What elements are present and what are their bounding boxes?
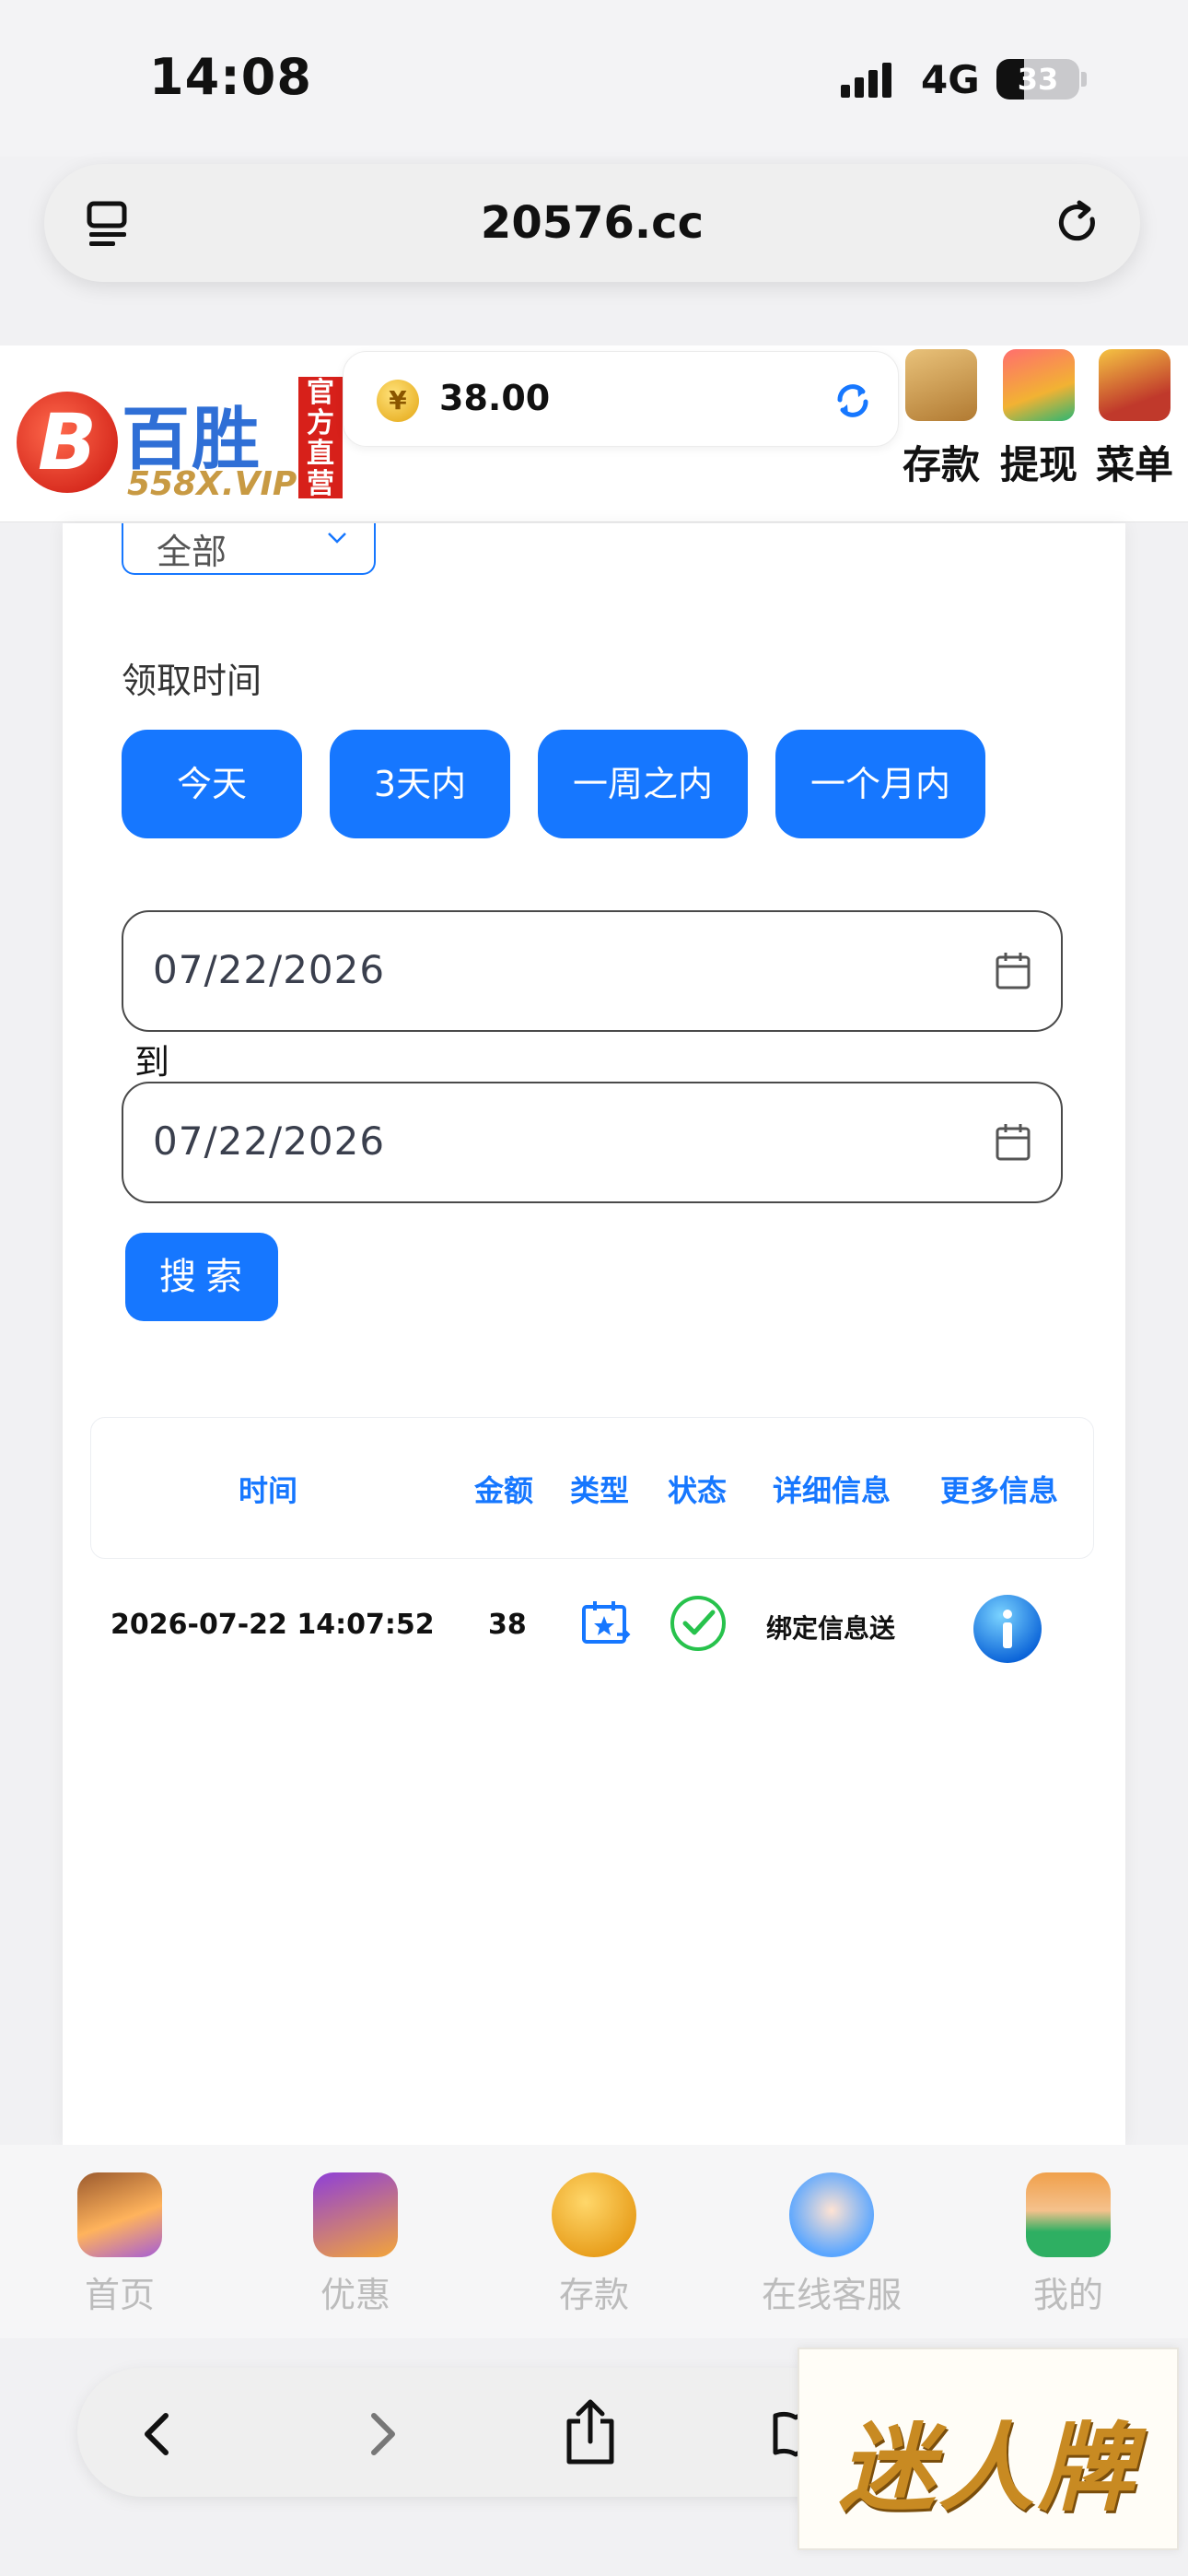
claim-time-label: 领取时间 [122,661,262,701]
withdraw-icon [1003,349,1075,421]
back-icon[interactable] [129,2405,188,2464]
gift-icon [313,2172,398,2257]
watermark-logo: 迷人牌 [798,2348,1179,2550]
site-header: B 百胜 558X.VIP 官方直营 ¥ 38.00 存款 提现 菜单 [0,345,1188,522]
range-3days-button[interactable]: 3天内 [330,730,510,838]
column-status: 状态 [668,1473,728,1508]
withdraw-label: 提现 [999,442,1077,487]
forward-icon[interactable] [352,2405,411,2464]
table-row[interactable]: 2026-07-22 14:07:52 38 绑定信息送 [90,1563,1094,1692]
table-header: 时间 金额 类型 状态 详细信息 更多信息 [90,1417,1094,1559]
balance-amount: 38.00 [439,378,551,418]
menu-button[interactable]: 菜单 [1089,345,1181,490]
network-type: 4G [921,57,980,102]
check-circle-icon [670,1596,726,1651]
wallet-deposit-icon [905,349,977,421]
tab-deposit-label: 存款 [558,2275,629,2315]
tab-deposit[interactable]: 存款 [502,2172,686,2317]
calendar-icon[interactable] [995,1122,1031,1163]
start-date-value: 07/22/2026 [153,947,386,992]
address-bar[interactable]: 20576.cc [44,164,1140,282]
withdraw-button[interactable]: 提现 [993,345,1085,490]
row-time: 2026-07-22 14:07:52 [111,1609,435,1641]
refresh-balance-icon[interactable] [832,380,874,422]
record-panel: 全部 领取时间 今天 3天内 一周之内 一个月内 07/22/2026 到 07… [63,523,1125,2145]
row-amount: 38 [488,1609,527,1641]
search-button[interactable]: 搜索 [125,1233,278,1321]
deposit-coin-icon [552,2172,636,2257]
date-range-separator: 到 [134,1042,170,1083]
column-amount: 金额 [474,1473,534,1508]
calendar-icon[interactable] [995,951,1031,991]
url-text[interactable]: 20576.cc [44,197,1140,249]
status-time: 14:08 [149,48,312,106]
chevron-down-icon [328,533,346,544]
range-week-button[interactable]: 一周之内 [538,730,748,838]
official-badge: 官方直营 [298,377,343,499]
range-today-button[interactable]: 今天 [122,730,302,838]
page: 14:08 4G 33 20576.cc B 百胜 558X.VIP 官方直营 [0,0,1188,2576]
reload-icon[interactable] [1052,197,1103,249]
signal-strength-icon [841,63,891,98]
end-date-value: 07/22/2026 [153,1118,386,1164]
logo-mark: B [17,392,118,493]
menu-label: 菜单 [1095,442,1173,487]
tab-support[interactable]: 在线客服 [740,2172,924,2317]
user-icon [1026,2172,1111,2257]
tab-home-label: 首页 [84,2275,155,2315]
deposit-button[interactable]: 存款 [895,345,987,490]
type-select-value: 全部 [157,532,227,572]
column-time: 时间 [239,1473,298,1508]
status-bar: 14:08 4G 33 [0,0,1188,157]
type-select[interactable]: 全部 [122,523,376,575]
column-type: 类型 [570,1473,630,1508]
gift-card-icon [582,1601,631,1644]
start-date-field[interactable]: 07/22/2026 [122,910,1063,1032]
treasure-chest-icon [1099,349,1171,421]
tab-profile[interactable]: 我的 [976,2172,1160,2317]
support-agent-icon [789,2172,874,2257]
tab-bar: 首页 优惠 存款 在线客服 我的 [0,2145,1188,2338]
column-detail: 详细信息 [773,1473,891,1508]
share-icon[interactable] [558,2397,623,2467]
row-detail: 绑定信息送 [766,1613,896,1644]
tab-support-label: 在线客服 [761,2275,902,2315]
battery-icon: 33 [996,59,1079,100]
tab-home[interactable]: 首页 [28,2172,212,2317]
home-icon [77,2172,162,2257]
column-more: 更多信息 [940,1473,1059,1508]
balance-box: ¥ 38.00 [343,351,899,447]
coin-icon: ¥ [377,380,419,422]
end-date-field[interactable]: 07/22/2026 [122,1082,1063,1203]
battery-cap [1081,72,1087,87]
info-icon[interactable] [971,1592,1044,1666]
watermark-text: 迷人牌 [838,2411,1137,2524]
battery-level: 33 [1017,62,1059,97]
range-month-button[interactable]: 一个月内 [775,730,985,838]
tab-promotions[interactable]: 优惠 [263,2172,448,2317]
tab-promotions-label: 优惠 [320,2275,390,2315]
logo-domain: 558X.VIP [127,465,297,503]
deposit-label: 存款 [902,442,980,487]
site-logo[interactable]: B 百胜 558X.VIP 官方直营 [11,366,343,504]
tab-profile-label: 我的 [1032,2275,1103,2315]
